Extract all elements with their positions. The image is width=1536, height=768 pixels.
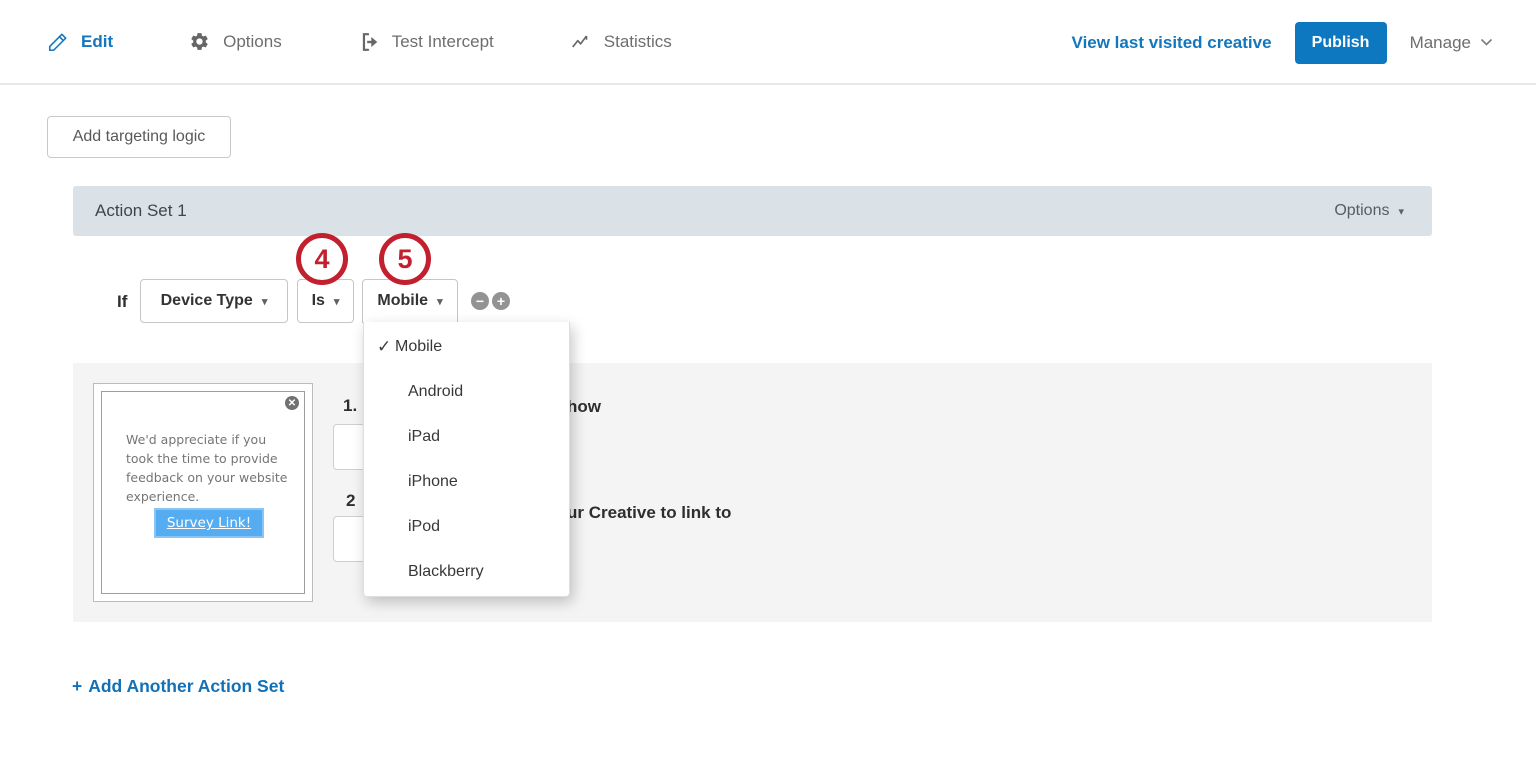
- action-set-header: Action Set 1 Options ▾: [73, 186, 1432, 236]
- close-glyph: ✕: [288, 398, 296, 409]
- device-value-dropdown-button[interactable]: Mobile ▾: [362, 279, 458, 323]
- step-2-text-fragment: ur Creative to link to: [567, 503, 731, 523]
- tab-statistics[interactable]: Statistics: [570, 31, 672, 53]
- step-1-number: 1.: [343, 396, 357, 416]
- creative-preview: ✕ We'd appreciate if you took the time t…: [93, 383, 313, 602]
- tab-statistics-label: Statistics: [604, 32, 672, 52]
- chevron-down-icon: [1480, 38, 1493, 47]
- step-1-text-fragment: how: [567, 397, 601, 417]
- tab-edit[interactable]: Edit: [47, 31, 113, 53]
- tab-edit-label: Edit: [81, 32, 113, 52]
- condition-if-label: If: [117, 292, 127, 312]
- device-type-dropdown-button[interactable]: Device Type ▾: [140, 279, 288, 323]
- device-type-label: Device Type: [161, 292, 253, 310]
- top-toolbar: Edit Options Test Interc: [0, 0, 1536, 85]
- caret-down-icon: ▾: [334, 295, 340, 308]
- caret-down-icon: ▾: [437, 295, 443, 308]
- statistics-icon: [570, 31, 592, 53]
- menu-item-label: Android: [364, 383, 463, 401]
- action-set-options-label: Options: [1334, 202, 1389, 220]
- plus-icon: +: [497, 294, 505, 308]
- manage-label: Manage: [1410, 33, 1471, 53]
- menu-item-android[interactable]: Android: [364, 369, 569, 414]
- view-last-visited-link[interactable]: View last visited creative: [1072, 33, 1272, 53]
- menu-item-label: iPod: [364, 518, 440, 536]
- tab-options-label: Options: [223, 32, 282, 52]
- manage-dropdown[interactable]: Manage: [1410, 33, 1493, 53]
- operator-label: Is: [312, 292, 325, 310]
- menu-item-label: Blackberry: [364, 563, 484, 581]
- checkmark-icon: ✓: [364, 337, 395, 357]
- caret-down-icon: ▾: [262, 295, 268, 308]
- remove-condition-button[interactable]: −: [471, 292, 489, 310]
- device-value-label: Mobile: [377, 292, 428, 310]
- menu-item-blackberry[interactable]: Blackberry: [364, 549, 569, 594]
- plus-icon: +: [72, 676, 82, 697]
- action-set-title: Action Set 1: [95, 201, 187, 221]
- add-targeting-logic-button[interactable]: Add targeting logic: [47, 116, 231, 158]
- menu-item-ipad[interactable]: iPad: [364, 414, 569, 459]
- menu-item-iphone[interactable]: iPhone: [364, 459, 569, 504]
- creative-message: We'd appreciate if you took the time to …: [126, 430, 290, 506]
- add-another-action-set-link[interactable]: + Add Another Action Set: [72, 676, 284, 697]
- gear-icon: [189, 31, 211, 53]
- annotation-5-number: 5: [397, 244, 412, 275]
- minus-icon: −: [476, 294, 484, 308]
- action-set-options-menu[interactable]: Options ▾: [1334, 202, 1404, 220]
- annotation-4-number: 4: [314, 244, 329, 275]
- annotation-circle-4: 4: [296, 233, 348, 285]
- header-actions: View last visited creative Publish Manag…: [1072, 0, 1493, 85]
- device-value-menu: ✓ Mobile Android iPad iPhone iPod Blackb…: [363, 322, 570, 597]
- annotation-circle-5: 5: [379, 233, 431, 285]
- nav-tabs: Edit Options Test Interc: [0, 31, 672, 53]
- close-icon[interactable]: ✕: [284, 395, 300, 411]
- publish-button[interactable]: Publish: [1295, 22, 1387, 64]
- menu-item-label: iPhone: [364, 473, 458, 491]
- creative-dialog: ✕ We'd appreciate if you took the time t…: [101, 391, 305, 594]
- caret-down-icon: ▾: [1398, 205, 1404, 218]
- survey-link-button[interactable]: Survey Link!: [154, 508, 264, 538]
- menu-item-mobile[interactable]: ✓ Mobile: [364, 324, 569, 369]
- tab-test-intercept-label: Test Intercept: [392, 32, 494, 52]
- tab-options[interactable]: Options: [189, 31, 282, 53]
- menu-item-label: iPad: [364, 428, 440, 446]
- add-another-action-set-label: Add Another Action Set: [88, 676, 284, 697]
- menu-item-ipod[interactable]: iPod: [364, 504, 569, 549]
- intercept-icon: [358, 31, 380, 53]
- add-condition-button[interactable]: +: [492, 292, 510, 310]
- menu-item-label: Mobile: [395, 338, 442, 356]
- intercept-editor-page: Edit Options Test Interc: [0, 0, 1536, 768]
- pencil-icon: [47, 31, 69, 53]
- action-set-body: ✕ We'd appreciate if you took the time t…: [73, 363, 1432, 622]
- operator-dropdown-button[interactable]: Is ▾: [297, 279, 354, 323]
- step-2-number: 2: [346, 491, 355, 511]
- tab-test-intercept[interactable]: Test Intercept: [358, 31, 494, 53]
